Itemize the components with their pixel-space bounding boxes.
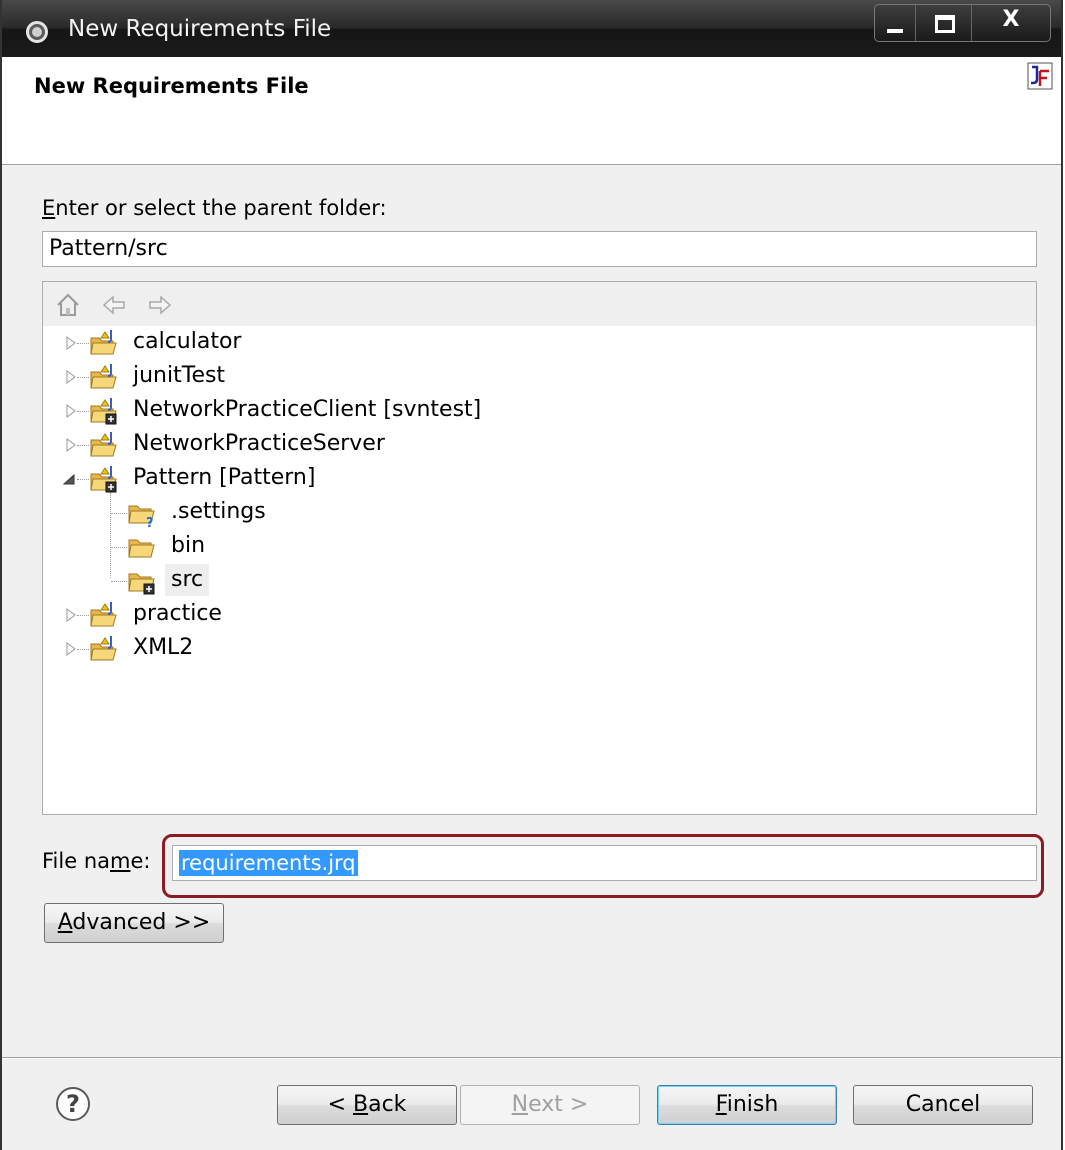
tree-item-label: .settings [171,499,266,524]
tree-item-networkpracticeclient[interactable]: NetworkPracticeClient [svntest] [43,394,1033,428]
expand-arrow-icon[interactable] [65,404,77,418]
finish-button[interactable]: Finish [657,1085,837,1125]
tree-item-xml2[interactable]: XML2 [43,632,1033,666]
expand-arrow-icon[interactable] [65,438,77,452]
file-name-value: requirements.jrq [179,850,358,876]
tree-item-settings[interactable]: ? .settings [43,496,1033,530]
tree-item-label: NetworkPracticeClient [svntest] [133,397,482,422]
dialog-window: New Requirements File X New Requirements… [0,0,1063,1150]
java-project-icon [90,364,117,389]
unversioned-folder-icon: ? [128,505,155,528]
tree-item-bin[interactable]: bin [43,530,1033,564]
tree-item-label: NetworkPracticeServer [133,431,385,456]
expand-arrow-icon[interactable] [65,336,77,350]
jf-wizard-banner-icon [1027,62,1053,90]
window-title: New Requirements File [68,16,332,42]
close-icon: X [1002,7,1020,32]
java-project-icon [90,330,117,355]
cancel-button[interactable]: Cancel [853,1085,1033,1125]
java-project-icon [90,602,117,627]
parent-folder-label: Enter or select the parent folder: [42,196,387,220]
file-name-input[interactable]: requirements.jrq [172,845,1037,881]
tree-item-networkpracticeserver[interactable]: NetworkPracticeServer [43,428,1033,462]
tree-item-label: bin [171,533,206,558]
svn-java-project-icon [90,466,117,493]
tree-item-label: practice [133,601,222,626]
home-icon[interactable] [55,292,81,318]
expand-arrow-icon[interactable] [65,642,77,656]
back-arrow-icon[interactable] [101,292,127,318]
title-bar[interactable]: New Requirements File X [2,0,1061,57]
svn-java-project-icon [90,398,117,425]
help-icon[interactable]: ? [56,1087,90,1121]
tree-item-label: junitTest [133,363,226,388]
svg-text:?: ? [146,516,154,528]
java-project-icon [90,432,117,457]
tree-item-src[interactable]: src [43,564,1033,598]
close-button[interactable]: X [971,5,1050,41]
svn-folder-icon [128,573,155,595]
folder-icon [128,539,155,558]
forward-arrow-icon[interactable] [147,292,173,318]
next-button[interactable]: Next > [460,1085,640,1125]
tree-item-calculator[interactable]: calculator [43,326,1033,360]
window-controls: X [874,4,1051,42]
folder-tree[interactable]: calculator junitTest NetworkPracticeClie… [42,281,1037,815]
tree-item-label: calculator [133,329,242,354]
java-project-icon [90,636,117,661]
tree-item-junittest[interactable]: junitTest [43,360,1033,394]
tree-item-label: src [165,564,210,596]
wizard-header: New Requirements File [2,57,1061,165]
eclipse-app-icon [26,21,48,43]
page-title: New Requirements File [34,74,309,98]
tree-item-label: Pattern [Pattern] [133,465,316,490]
advanced-button[interactable]: Advanced >> [44,903,224,943]
tree-item-practice[interactable]: practice [43,598,1033,632]
button-bar-separator [2,1057,1061,1059]
minimize-button[interactable] [875,5,915,41]
expand-arrow-icon[interactable] [65,370,77,384]
tree-toolbar [43,282,1036,326]
tree-item-pattern[interactable]: Pattern [Pattern] [43,462,1033,496]
parent-folder-input[interactable]: Pattern/src [42,231,1037,267]
file-name-label: File name: [42,849,151,873]
expand-arrow-icon[interactable] [65,608,77,622]
back-button[interactable]: < Back [277,1085,457,1125]
collapse-arrow-icon[interactable] [63,472,75,486]
tree-item-label: XML2 [133,635,194,660]
maximize-button[interactable] [915,5,972,41]
